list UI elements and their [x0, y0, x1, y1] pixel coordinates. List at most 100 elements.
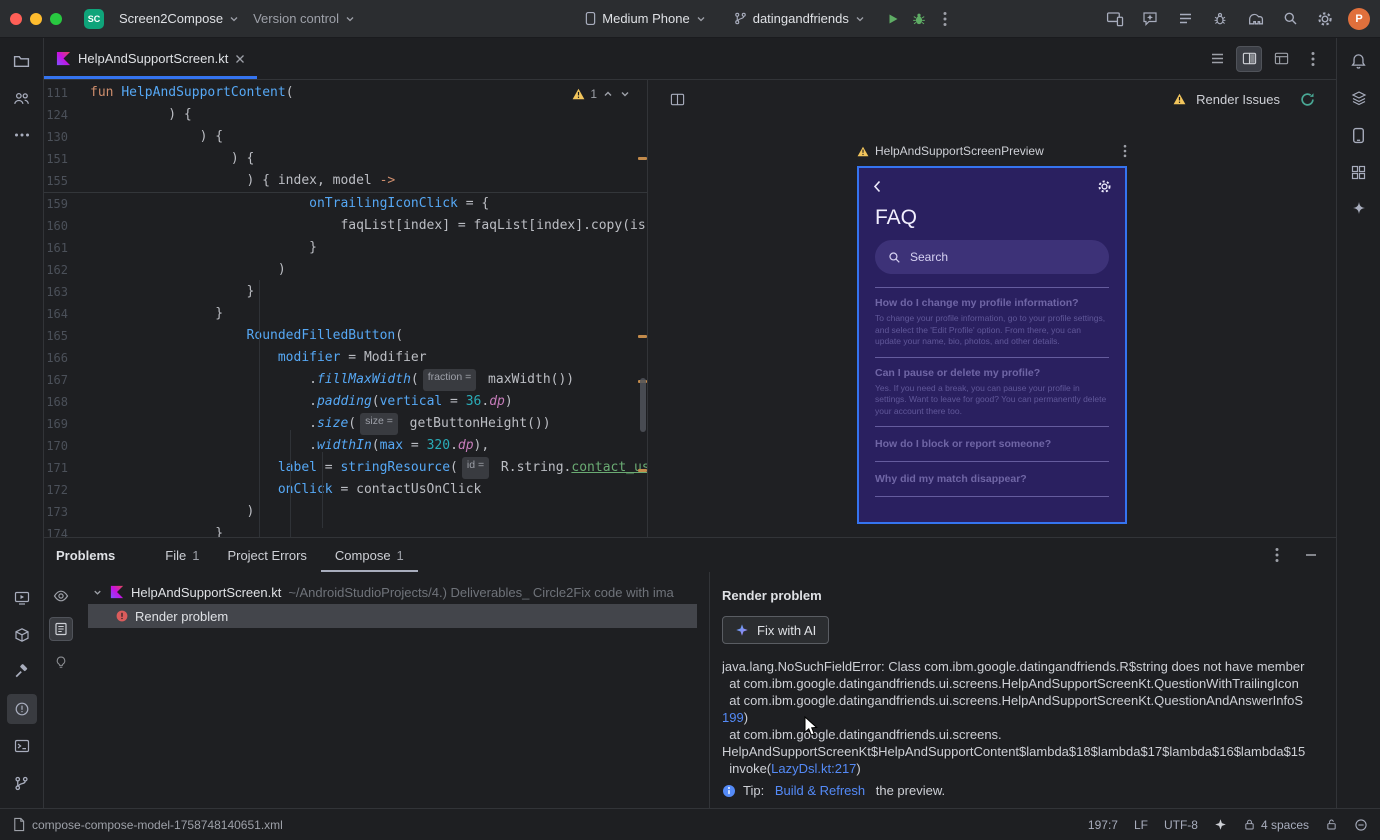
commit-button[interactable]	[7, 83, 37, 113]
search-everywhere-button[interactable]	[1277, 6, 1303, 32]
build-refresh-link[interactable]: Build & Refresh	[775, 783, 865, 798]
profiler-button[interactable]	[1207, 6, 1233, 32]
minimize-window-button[interactable]	[30, 12, 42, 25]
profile-avatar[interactable]: P	[1348, 7, 1370, 30]
code-token: ),	[473, 438, 490, 453]
warning-stripe-mark[interactable]	[638, 157, 647, 160]
stack-trace-text: at com.ibm.google.datingandfriends.ui.sc…	[722, 693, 1304, 708]
statusbar-file-widget[interactable]: compose-compose-model-1758748140651.xml	[12, 817, 283, 832]
run-button[interactable]	[880, 6, 906, 32]
tab-project-errors[interactable]: Project Errors	[213, 538, 320, 572]
gradle-sync-button[interactable]	[1242, 6, 1268, 32]
design-view-button[interactable]	[1268, 46, 1294, 72]
zoom-window-button[interactable]	[50, 12, 62, 25]
stack-trace-text: invoke(	[722, 761, 772, 776]
tab-count: 1	[192, 547, 200, 563]
code-token: ) {	[90, 107, 192, 122]
close-window-button[interactable]	[10, 12, 22, 25]
hide-panel-button[interactable]	[1298, 542, 1324, 568]
tab-file[interactable]: File 1	[151, 538, 213, 572]
project-selector[interactable]: Screen2Compose	[112, 7, 246, 30]
show-details-button[interactable]	[49, 617, 73, 641]
chevron-down-icon[interactable]	[92, 587, 103, 598]
code-line: 166 modifier = Modifier	[44, 347, 647, 369]
preview-layout-button[interactable]	[664, 86, 690, 112]
fix-with-ai-button[interactable]: Fix with AI	[722, 616, 830, 644]
device-manager-button[interactable]	[1344, 120, 1374, 150]
inspections-widget[interactable]: 1	[572, 87, 631, 101]
notifications-button[interactable]	[1344, 46, 1374, 76]
next-warning-button[interactable]	[619, 88, 631, 100]
line-separator-widget[interactable]: LF	[1134, 818, 1148, 832]
inspection-status-widget[interactable]	[1354, 818, 1368, 832]
device-mirroring-button[interactable]	[1102, 6, 1128, 32]
dependencies-button[interactable]	[7, 620, 37, 650]
stack-trace-link[interactable]: 199	[722, 710, 744, 725]
tab-compose[interactable]: Compose 1	[321, 538, 418, 572]
warning-stripe-mark[interactable]	[638, 469, 647, 472]
resource-manager-button[interactable]	[1344, 157, 1374, 187]
more-tool-windows-button[interactable]	[7, 120, 37, 150]
render-issues-button[interactable]: Render Issues	[1196, 92, 1280, 107]
gemini-button[interactable]	[1344, 194, 1374, 224]
device-selector[interactable]: Medium Phone	[578, 7, 712, 30]
encoding-widget[interactable]: UTF-8	[1164, 818, 1198, 832]
preview-menu-button[interactable]	[1123, 144, 1127, 158]
gear-icon	[1317, 11, 1333, 27]
tree-item-file[interactable]: HelpAndSupportScreen.kt ~/AndroidStudioP…	[78, 580, 709, 604]
editor-scrollbar-thumb[interactable]	[640, 378, 646, 432]
code-view-button[interactable]	[1204, 46, 1230, 72]
chevron-down-icon	[229, 14, 239, 24]
gemini-chat-button[interactable]	[1137, 6, 1163, 32]
warning-stripe-mark[interactable]	[638, 335, 647, 338]
cursor-position-widget[interactable]: 197:7	[1088, 818, 1118, 832]
debug-bug-icon	[912, 12, 926, 26]
editor-options-button[interactable]	[1300, 46, 1326, 72]
close-icon[interactable]	[235, 54, 245, 64]
more-run-actions-button[interactable]	[932, 6, 958, 32]
quickfix-bulb-button[interactable]	[49, 650, 73, 674]
indent-widget[interactable]: 4 spaces	[1243, 818, 1309, 832]
split-view-button[interactable]	[1236, 45, 1262, 72]
ai-status-widget[interactable]	[1214, 818, 1227, 831]
problems-tool-button[interactable]	[6, 694, 37, 724]
debug-button[interactable]	[906, 6, 932, 32]
code-editor[interactable]: 111 fun HelpAndSupportContent(124 ) {130 …	[44, 80, 648, 537]
settings-button[interactable]	[1312, 6, 1338, 32]
write-access-widget[interactable]	[1325, 818, 1338, 831]
panel-options-button[interactable]	[1264, 542, 1290, 568]
code-line: 163 }	[44, 281, 647, 303]
code-token: (	[348, 416, 357, 431]
code-token: contact_us	[571, 460, 648, 475]
chevron-down-icon	[855, 14, 865, 24]
tree-item-render-problem[interactable]: Render problem	[88, 604, 697, 628]
spark-icon	[1214, 818, 1227, 831]
build-button[interactable]	[7, 657, 37, 687]
problem-details-title: Render problem	[722, 588, 822, 603]
running-devices-button[interactable]	[1172, 6, 1198, 32]
kotlin-file-icon	[110, 585, 124, 599]
project-folder-button[interactable]	[7, 46, 37, 76]
grid-icon	[1351, 165, 1366, 180]
gradle-button[interactable]	[1344, 83, 1374, 113]
terminal-button[interactable]	[7, 731, 37, 761]
editor-tab-active[interactable]: HelpAndSupportScreen.kt	[44, 38, 258, 79]
code-line: 169 . size(size = getButtonHeight())	[44, 413, 647, 435]
code-token: dp	[457, 438, 474, 453]
vcs-label: Version control	[253, 11, 340, 26]
line-number: 161	[46, 241, 68, 255]
code-token: (	[450, 460, 458, 475]
refresh-preview-button[interactable]	[1294, 86, 1320, 112]
tab-label: Project Errors	[227, 547, 307, 563]
running-devices-tool-button[interactable]	[7, 583, 37, 613]
stack-trace-link[interactable]: LazyDsl.kt:217	[771, 761, 856, 776]
version-control-button[interactable]	[7, 768, 37, 798]
preview-phone-frame[interactable]: FAQ Search How do I change my profile in…	[857, 166, 1127, 524]
monitor-icon	[14, 590, 30, 606]
vcs-widget[interactable]: Version control	[246, 7, 362, 30]
branch-selector[interactable]: datingandfriends	[727, 7, 872, 30]
preview-header[interactable]: HelpAndSupportScreenPreview	[857, 144, 1127, 158]
prev-warning-button[interactable]	[602, 88, 614, 100]
split-square-icon	[670, 92, 685, 107]
preview-problem-button[interactable]	[49, 584, 73, 608]
